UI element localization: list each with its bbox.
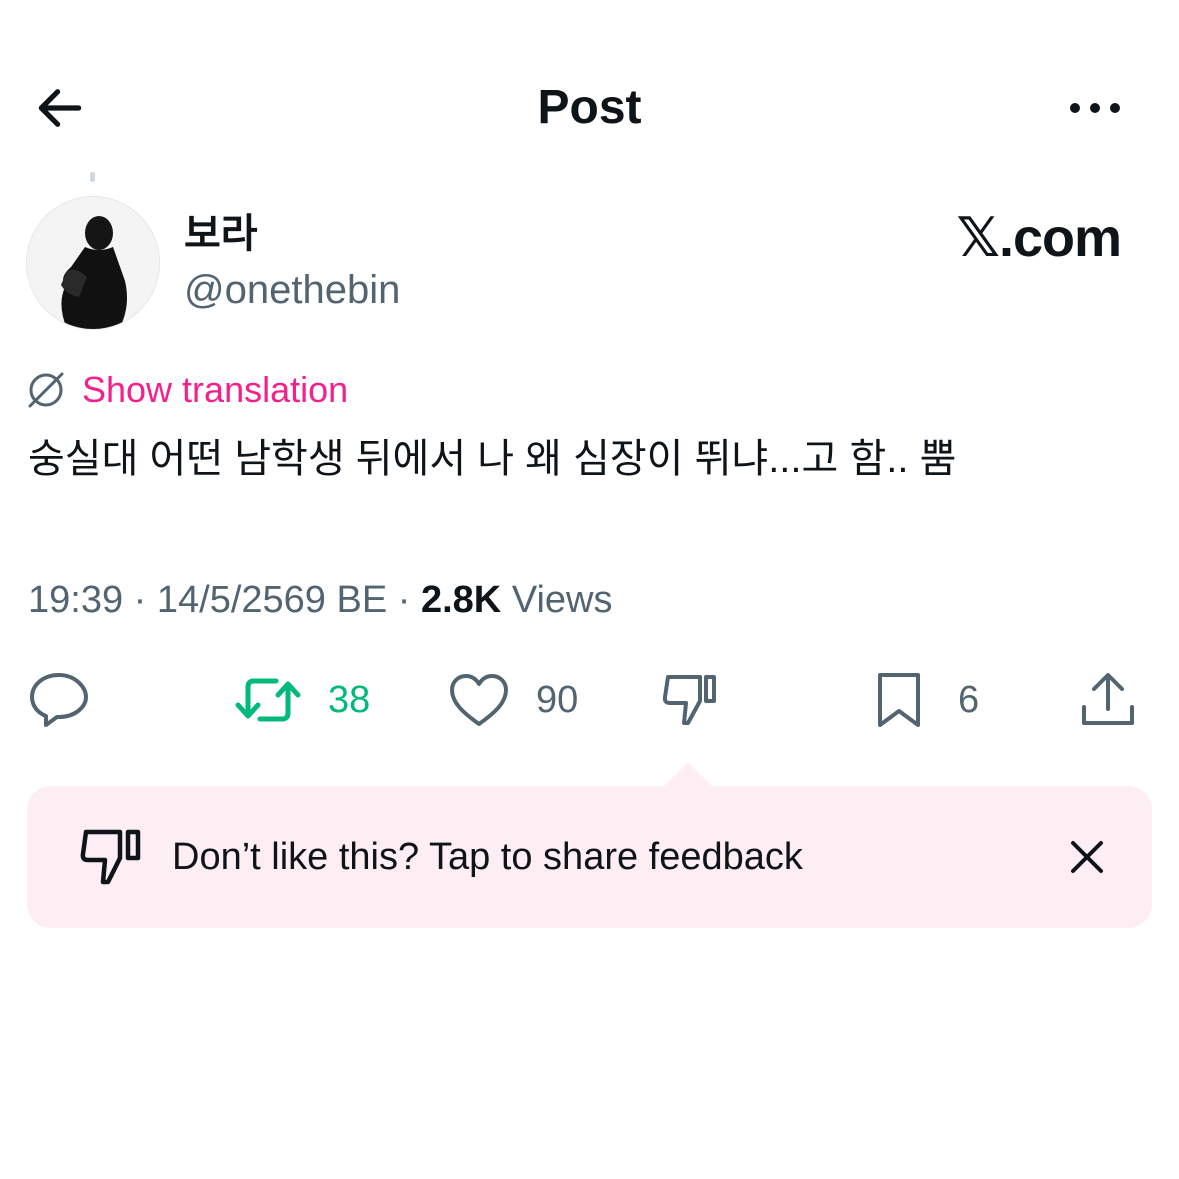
show-translation-button[interactable]: Show translation	[24, 366, 348, 414]
share-icon	[1082, 673, 1134, 725]
more-icon	[1070, 103, 1120, 113]
meta-separator: ·	[133, 579, 157, 621]
like-count: 90	[536, 679, 579, 721]
like-button[interactable]: 90	[448, 670, 578, 730]
reply-icon	[30, 673, 88, 727]
close-icon	[1071, 841, 1103, 873]
views-label: Views	[511, 579, 613, 621]
bookmark-count: 6	[958, 679, 980, 721]
display-name[interactable]: 보라	[184, 208, 258, 260]
user-handle[interactable]: @onethebin	[184, 264, 400, 316]
feedback-pointer	[664, 762, 712, 786]
thread-line	[90, 172, 95, 182]
feedback-thumbs-down	[78, 826, 144, 893]
bookmark-icon	[878, 673, 920, 727]
bookmark-button[interactable]: 6	[874, 670, 979, 730]
globe-icon	[28, 372, 64, 408]
brand-watermark: 𝕏.com	[956, 208, 1122, 268]
meta-separator: ·	[397, 579, 421, 621]
page-title: Post	[537, 81, 642, 134]
thumbs-down-icon	[662, 675, 716, 725]
close-feedback-button[interactable]	[1060, 830, 1114, 884]
avatar[interactable]	[26, 196, 160, 330]
heart-icon	[450, 674, 508, 726]
post-text: 숭실대 어떤 남학생 뒤에서 나 왜 심장이 뛰냐...고 함.. 뿜	[28, 437, 957, 481]
retweet-button[interactable]: 38	[234, 670, 370, 730]
dislike-button[interactable]	[660, 670, 718, 730]
retweet-icon	[235, 678, 301, 722]
views-count: 2.8K	[420, 579, 502, 621]
avatar-photo	[27, 197, 159, 329]
show-translation-label: Show translation	[82, 369, 349, 410]
more-button[interactable]	[1062, 80, 1128, 136]
thumbs-down-icon	[80, 829, 141, 885]
reply-button[interactable]	[28, 670, 116, 730]
post-meta: 19:39 · 14/5/2569 BE · 2.8K Views	[28, 574, 613, 626]
post-date: 14/5/2569 BE	[156, 579, 388, 621]
share-button[interactable]	[1080, 670, 1136, 730]
feedback-text[interactable]: Don’t like this? Tap to share feedback	[172, 830, 803, 884]
retweet-count: 38	[328, 679, 371, 721]
post-time: 19:39	[28, 579, 124, 621]
